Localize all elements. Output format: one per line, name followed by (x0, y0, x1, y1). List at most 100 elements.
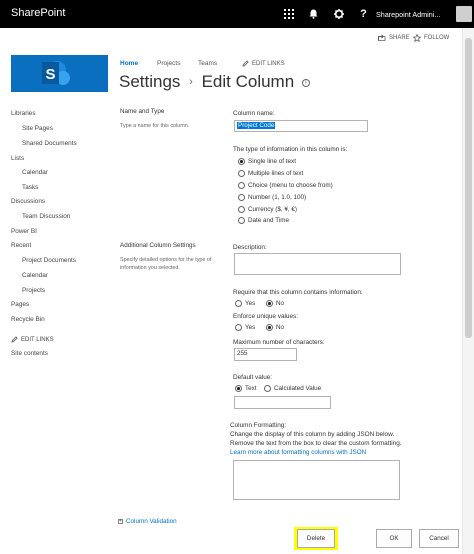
radio-icon[interactable] (235, 300, 242, 307)
radio-icon[interactable] (238, 194, 245, 201)
name-type-section-desc: Type a name for this column. (120, 123, 190, 129)
type-label: The type of information in this column i… (233, 146, 348, 153)
radio-icon[interactable] (266, 324, 273, 331)
require-yes-option[interactable]: Yes (235, 300, 255, 307)
name-type-section-title: Name and Type (120, 108, 165, 115)
left-nav-site-contents[interactable]: Site contents (11, 350, 48, 357)
app-launcher-icon[interactable] (276, 0, 301, 28)
type-option-single-line[interactable]: Single line of text (238, 158, 296, 165)
share-label: SHARE (389, 34, 410, 41)
type-option-label: Single line of text (248, 158, 296, 165)
left-nav-recent-calendar[interactable]: Calendar (22, 272, 48, 279)
pencil-icon (242, 60, 249, 67)
radio-icon[interactable] (238, 170, 245, 177)
page-scrollbar[interactable] (462, 28, 474, 554)
expand-icon: + (118, 518, 123, 524)
left-nav-site-pages[interactable]: Site Pages (22, 125, 53, 132)
star-icon (413, 34, 421, 42)
suite-bar: SharePoint ? Sharepoint Admini... (0, 0, 474, 28)
left-nav-calendar[interactable]: Calendar (22, 169, 48, 176)
scrollbar-thumb[interactable] (465, 38, 472, 338)
column-formatting-json-textarea[interactable] (233, 460, 400, 500)
site-logo[interactable]: S (11, 55, 108, 92)
description-textarea[interactable] (234, 253, 401, 275)
nav-projects[interactable]: Projects (157, 60, 180, 67)
enforce-no-option[interactable]: No (266, 324, 284, 331)
gear-icon[interactable] (326, 0, 351, 28)
enforce-label: Enforce unique values: (233, 313, 299, 320)
left-nav-edit-links-label: EDIT LINKS (21, 336, 54, 343)
default-text-label: Text (245, 385, 257, 392)
max-chars-label: Maximum number of characters: (233, 339, 325, 346)
nav-edit-links[interactable]: EDIT LINKS (242, 60, 285, 67)
left-nav-shared-documents[interactable]: Shared Documents (22, 140, 77, 147)
type-option-label: Multiple lines of text (248, 170, 304, 177)
radio-icon[interactable] (235, 385, 242, 392)
share-icon (378, 34, 386, 41)
user-name[interactable]: Sharepoint Admini... (376, 10, 452, 19)
ok-button[interactable]: OK (376, 529, 412, 548)
page-title-text: Edit Column (201, 72, 295, 91)
type-option-date-time[interactable]: Date and Time (238, 217, 289, 224)
share-button[interactable]: SHARE (378, 34, 410, 41)
bell-icon[interactable] (301, 0, 326, 28)
default-value-input[interactable] (234, 396, 331, 409)
left-nav-recycle-bin[interactable]: Recycle Bin (11, 316, 45, 323)
column-name-input[interactable]: Project Code (234, 120, 368, 132)
nav-home[interactable]: Home (120, 60, 138, 67)
svg-text:S: S (45, 66, 55, 83)
pencil-icon (11, 336, 18, 343)
avatar[interactable] (456, 6, 472, 22)
radio-icon[interactable] (238, 217, 245, 224)
type-option-label: Date and Time (248, 217, 289, 224)
brand-title[interactable]: SharePoint (11, 7, 65, 19)
enforce-yes-option[interactable]: Yes (235, 324, 255, 331)
left-nav-libraries[interactable]: Libraries (11, 110, 36, 117)
radio-icon[interactable] (238, 206, 245, 213)
cancel-button[interactable]: Cancel (419, 529, 459, 548)
enforce-yes-label: Yes (245, 324, 256, 331)
default-calculated-option[interactable]: Calculated Value (264, 385, 321, 392)
left-nav-project-documents[interactable]: Project Documents (22, 257, 76, 264)
left-nav-power-bi[interactable]: Power BI (11, 228, 37, 235)
type-option-currency[interactable]: Currency ($, ¥, €) (238, 206, 297, 213)
breadcrumb-settings[interactable]: Settings (119, 72, 180, 91)
follow-button[interactable]: FOLLOW (413, 34, 449, 42)
page-title: Settings › Edit Column i (119, 72, 310, 92)
radio-icon[interactable] (264, 385, 271, 392)
max-chars-value: 255 (237, 350, 248, 357)
radio-icon[interactable] (238, 182, 245, 189)
left-nav-recent[interactable]: Recent (11, 242, 31, 249)
left-nav-projects[interactable]: Projects (22, 287, 45, 294)
require-no-label: No (276, 300, 285, 307)
left-nav-edit-links[interactable]: EDIT LINKS (11, 336, 54, 343)
info-icon[interactable]: i (301, 79, 310, 87)
column-validation-link[interactable]: + Column Validation (118, 518, 177, 525)
column-formatting-title: Column Formatting: (230, 422, 287, 429)
default-calculated-label: Calculated Value (274, 385, 322, 392)
radio-icon[interactable] (235, 324, 242, 331)
radio-icon[interactable] (238, 158, 245, 165)
delete-button[interactable]: Delete (297, 529, 335, 548)
radio-icon[interactable] (266, 300, 273, 307)
left-nav-team-discussion[interactable]: Team Discussion (22, 213, 70, 220)
help-icon[interactable]: ? (351, 0, 376, 28)
additional-section-title: Additional Column Settings (120, 242, 196, 249)
column-validation-label: Column Validation (126, 518, 177, 525)
left-nav-lists[interactable]: Lists (11, 155, 24, 162)
type-option-multiple-lines[interactable]: Multiple lines of text (238, 170, 303, 177)
left-nav-discussions[interactable]: Discussions (11, 198, 45, 205)
default-text-option[interactable]: Text (235, 385, 257, 392)
description-label: Description: (233, 244, 267, 251)
type-option-number[interactable]: Number (1, 1.0, 100) (238, 194, 306, 201)
require-no-option[interactable]: No (266, 300, 284, 307)
column-formatting-line2: Remove the text from the box to clear th… (230, 440, 402, 447)
left-nav-tasks[interactable]: Tasks (22, 184, 38, 191)
max-chars-input[interactable]: 255 (234, 348, 297, 361)
formatting-help-link[interactable]: Learn more about formatting columns with… (230, 449, 366, 456)
breadcrumb-separator: › (189, 76, 193, 88)
type-option-choice[interactable]: Choice (menu to choose from) (238, 182, 333, 189)
left-nav-pages[interactable]: Pages (11, 301, 29, 308)
nav-teams[interactable]: Teams (198, 60, 217, 67)
type-option-label: Number (1, 1.0, 100) (248, 194, 307, 201)
